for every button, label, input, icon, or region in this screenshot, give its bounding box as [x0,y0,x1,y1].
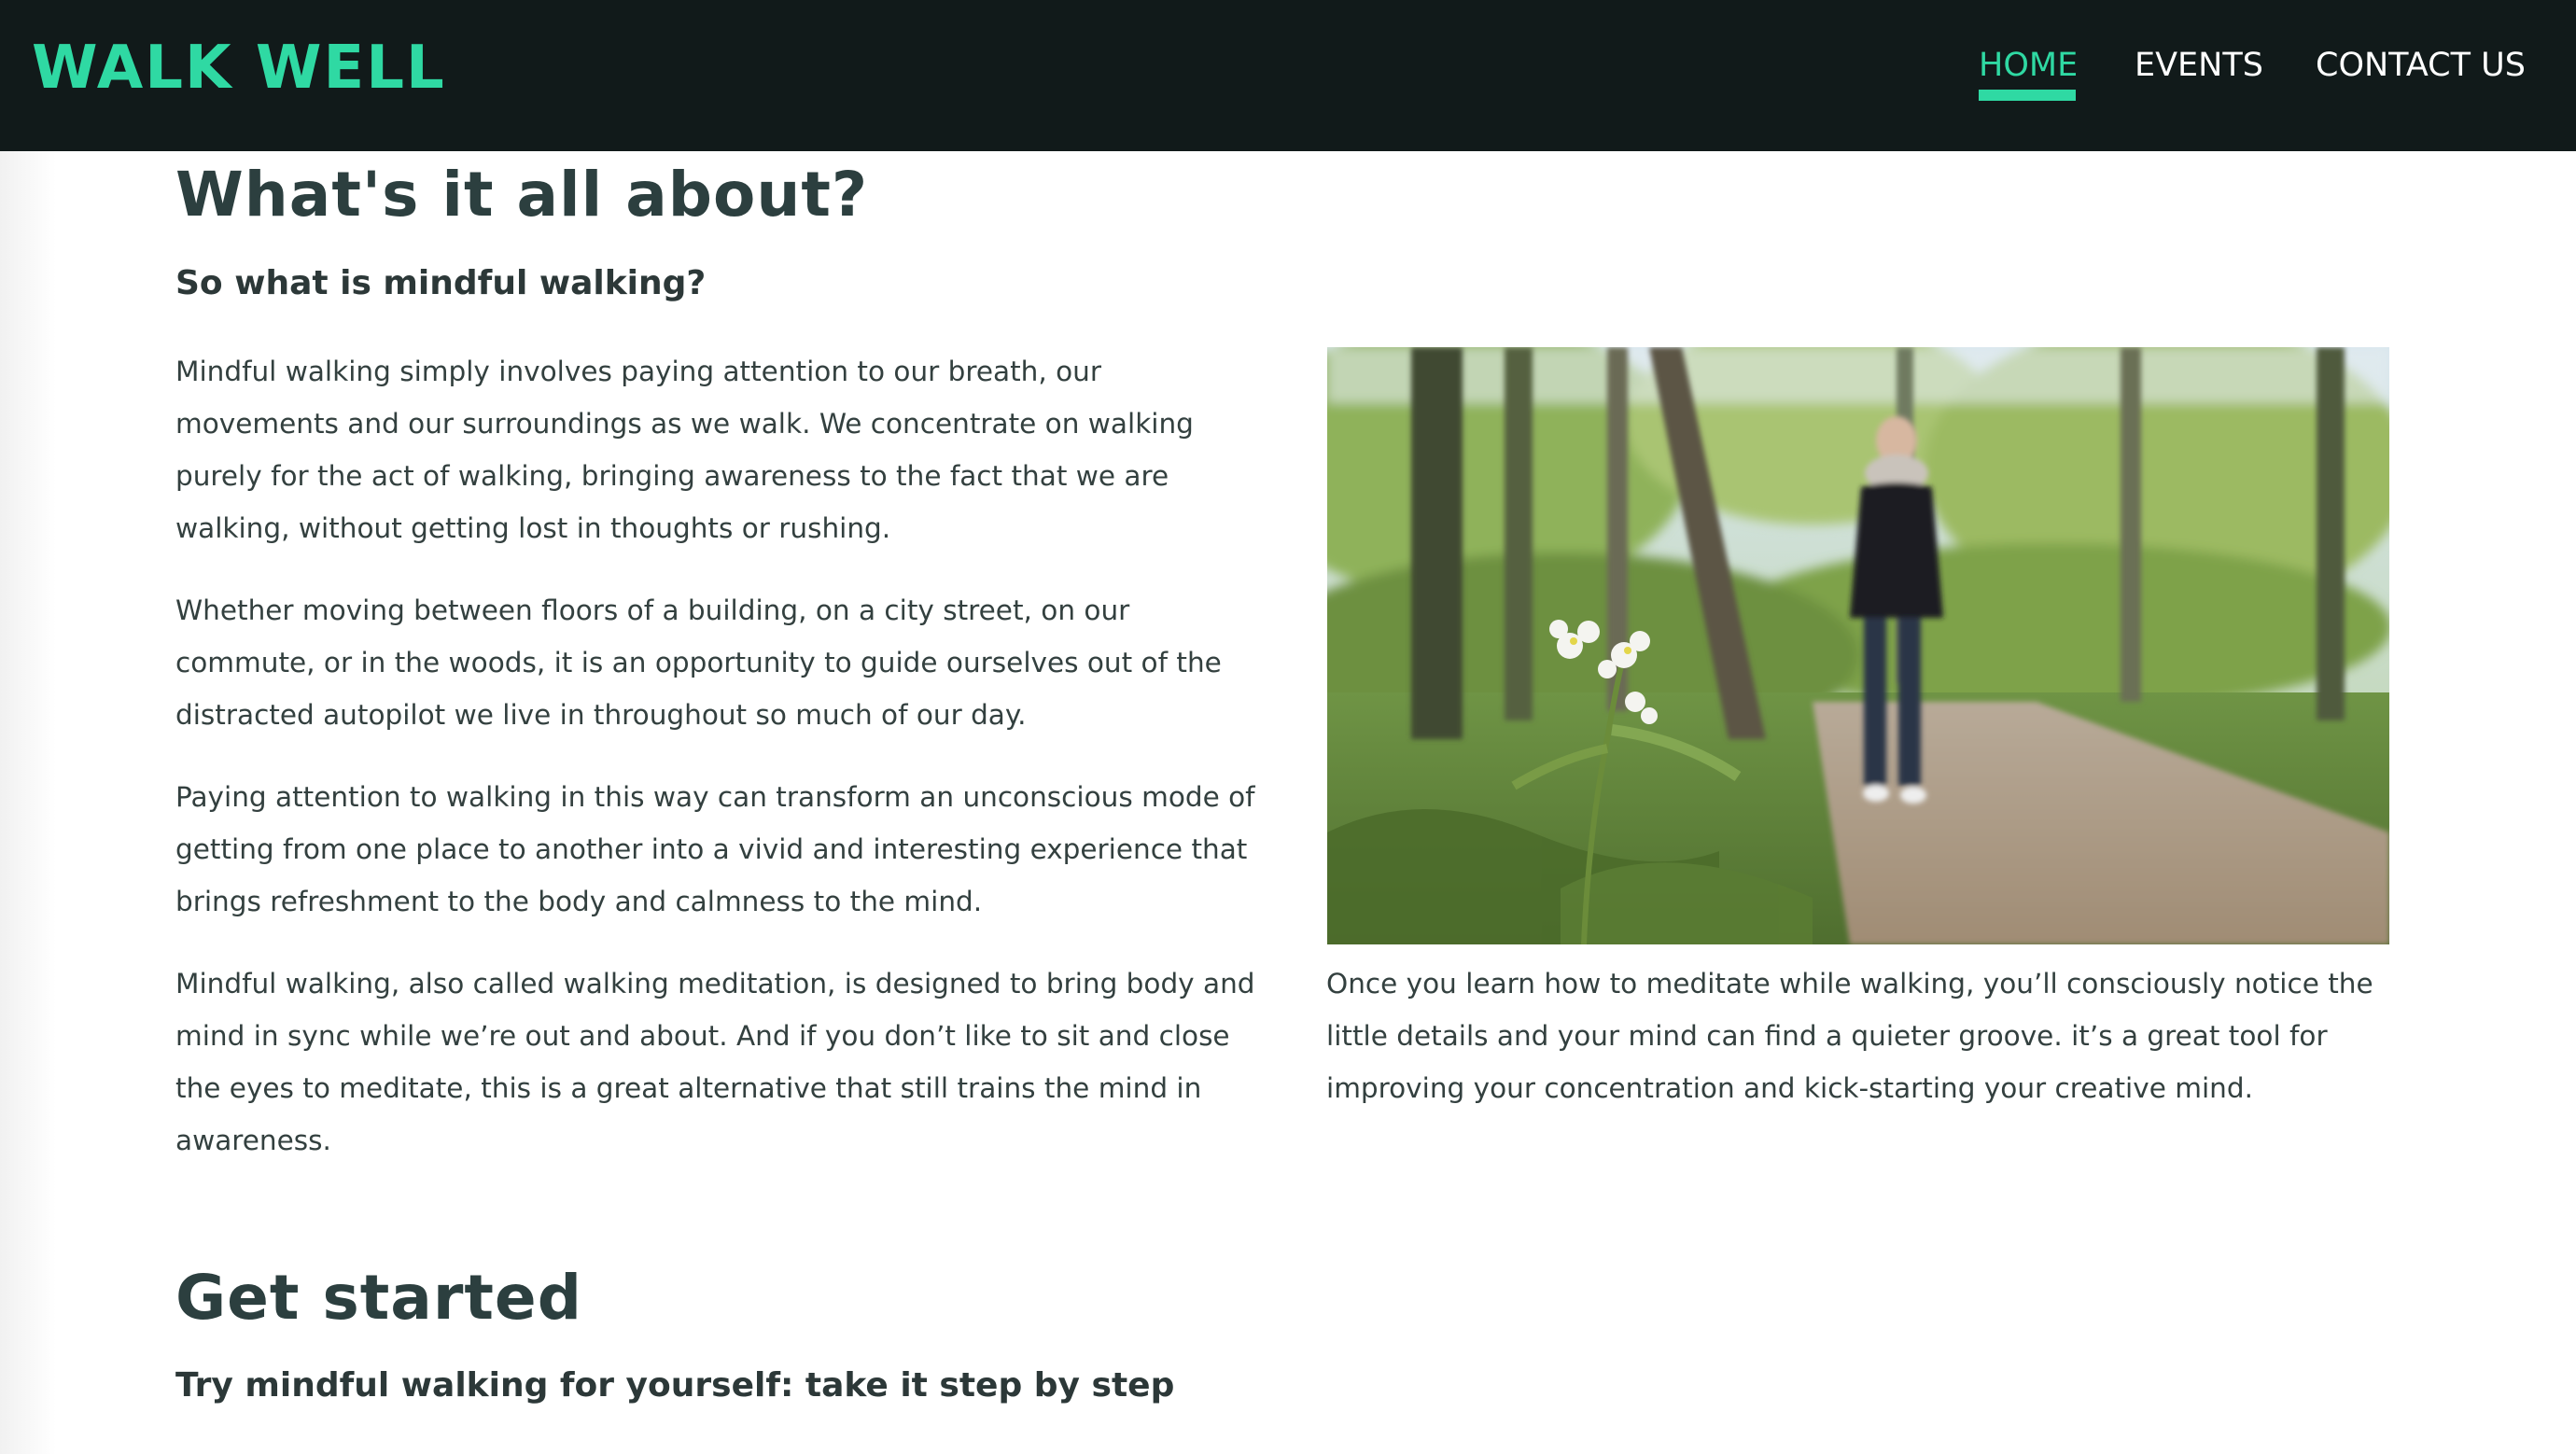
brand-logo[interactable]: WALK WELL [32,34,446,103]
walking-photo [1327,347,2389,944]
about-section-subtitle: So what is mindful walking? [175,264,707,302]
nav-home[interactable]: HOME [1979,43,2078,88]
top-navbar: WALK WELL HOME EVENTS CONTACT US [0,0,2576,151]
about-paragraph-3: Paying attention to walking in this way … [175,781,1255,917]
get-started-subtitle: Try mindful walking for yourself: take i… [175,1366,1175,1405]
nav-active-indicator [1979,90,2076,101]
nav-contact-us[interactable]: CONTACT US [2316,43,2526,88]
about-paragraph-2: Whether moving between floors of a build… [175,594,1222,731]
about-paragraph-1: Mindful walking simply involves paying a… [175,356,1194,544]
image-caption-paragraph: Once you learn how to meditate while wal… [1326,968,2373,1104]
about-paragraph-4: Mindful walking, also called walking med… [175,968,1255,1156]
about-section-title: What's it all about? [175,159,869,231]
nav-events[interactable]: EVENTS [2135,43,2263,88]
get-started-title: Get started [175,1262,582,1334]
page-edge-shadow [0,151,56,1454]
